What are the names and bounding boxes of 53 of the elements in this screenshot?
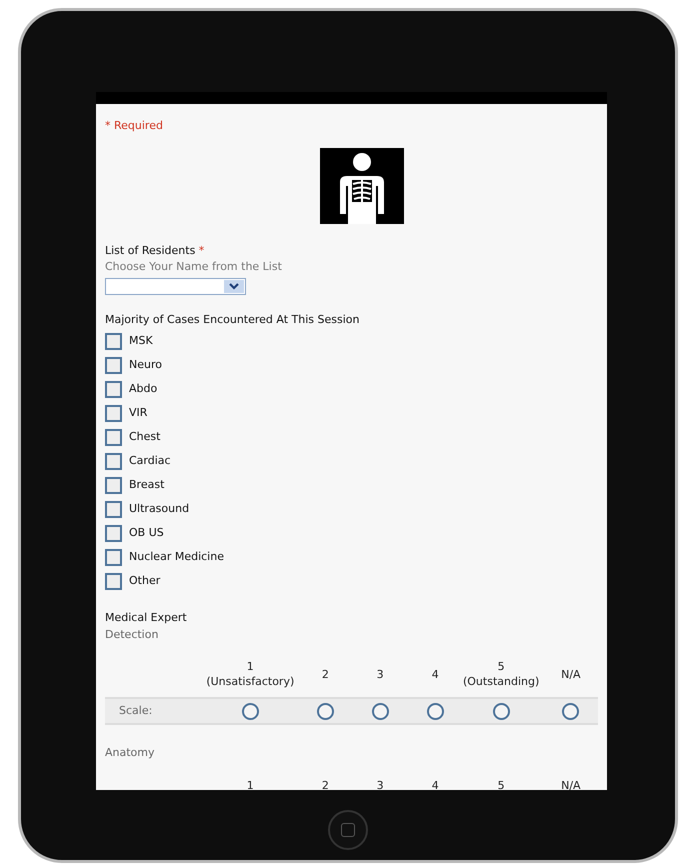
field-label: List of Residents [105, 244, 196, 256]
resident-dropdown[interactable] [105, 278, 246, 294]
checkbox[interactable] [105, 381, 122, 398]
radio-button[interactable] [426, 702, 444, 720]
home-button[interactable] [328, 810, 368, 850]
scale-column-heading: 2 [320, 666, 330, 682]
checkbox-label: Neuro [129, 357, 162, 374]
chevron-down-icon [224, 280, 244, 292]
radio-button[interactable] [242, 702, 260, 720]
checkbox-label: Other [129, 573, 160, 590]
checkbox[interactable] [105, 357, 122, 374]
checkbox[interactable] [105, 477, 122, 494]
checkbox[interactable] [105, 573, 122, 590]
scale-column-heading: 3 [376, 666, 385, 682]
scale-column-heading: 5 [496, 778, 506, 790]
checkbox[interactable] [105, 429, 122, 446]
scale-column-heading: 1 (Unsatisfactory) [205, 659, 296, 689]
checkbox-label: Ultrasound [129, 501, 190, 518]
radio-button[interactable] [317, 702, 334, 720]
scale-column-heading: 3 [376, 778, 385, 790]
scale-column-heading: 4 [430, 778, 440, 790]
checkbox-label: Nuclear Medicine [129, 549, 224, 566]
checkbox-label: Abdo [129, 381, 158, 398]
question-label: Majority of Cases Encountered At This Session [105, 312, 360, 328]
checkbox-label: Breast [129, 477, 164, 494]
scale-label: Scale: [118, 702, 154, 719]
checkbox[interactable] [105, 405, 122, 422]
checkbox-label: MSK [129, 333, 153, 350]
required-mark: * [198, 244, 204, 256]
checkbox[interactable] [105, 453, 122, 470]
scale-column-heading: 4 [430, 666, 440, 682]
checkbox-label: Chest [129, 429, 160, 446]
radio-button[interactable] [372, 702, 389, 720]
required-note: * Required [105, 118, 164, 134]
scale-column-heading: N/A [560, 666, 582, 682]
field-hint: Choose Your Name from the List [105, 259, 283, 275]
checkbox[interactable] [105, 501, 122, 518]
checkbox-label: OB US [129, 525, 164, 542]
scale-column-heading: 1 [246, 778, 255, 790]
radio-button[interactable] [562, 702, 580, 720]
section-title: Medical Expert [105, 610, 188, 626]
checkbox[interactable] [105, 549, 122, 566]
rating-question: Detection [105, 626, 160, 642]
scale-column-heading: 2 [320, 778, 330, 790]
checkbox[interactable] [105, 333, 122, 350]
radio-button[interactable] [492, 702, 510, 720]
checkbox-label: Cardiac [129, 453, 171, 470]
checkbox-label: VIR [129, 405, 148, 422]
scale-column-heading: N/A [560, 778, 582, 790]
rating-question: Anatomy [105, 745, 156, 761]
checkbox[interactable] [105, 525, 122, 542]
scale-column-heading: 5 (Outstanding) [462, 659, 540, 689]
chest-xray-icon [320, 148, 404, 224]
